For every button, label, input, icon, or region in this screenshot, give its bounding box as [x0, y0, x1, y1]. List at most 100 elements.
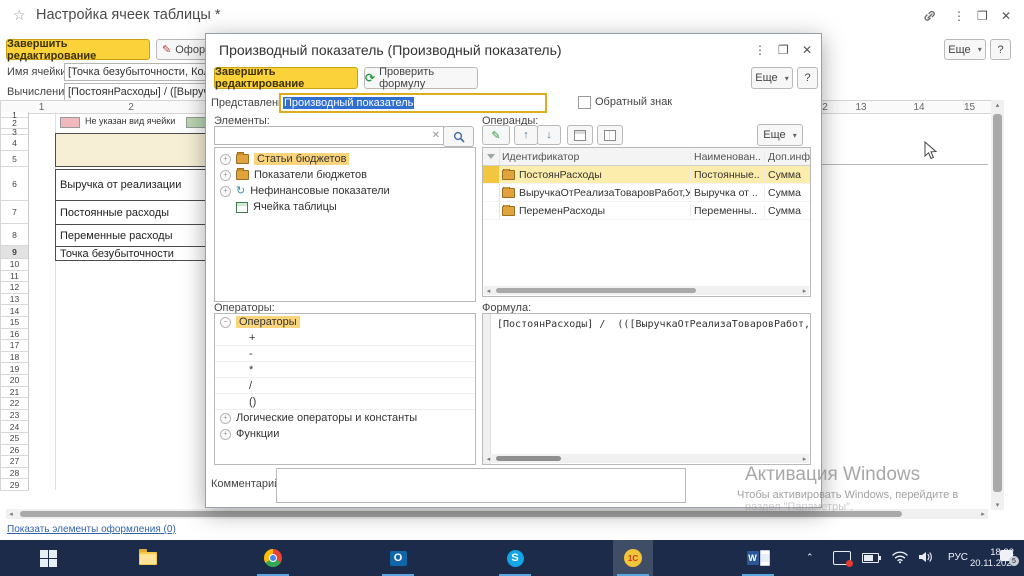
taskbar-word-button[interactable]: W [738, 540, 778, 576]
operands-col-name[interactable]: Наименован.. [690, 151, 764, 163]
operator-item-3[interactable]: / [215, 378, 475, 394]
operand-row-1[interactable]: ВыручкаОтРеализаТоваровРабот,УслугВыручк… [483, 184, 810, 202]
row-header-5[interactable]: 5 [1, 151, 29, 167]
taskbar-chrome-button[interactable] [253, 540, 293, 576]
show-format-elements-link[interactable]: Показать элементы оформления (0) [7, 524, 176, 535]
expand-icon[interactable]: + [220, 413, 231, 424]
representation-input[interactable]: Производный показатель [279, 93, 547, 113]
operand-table-button-1[interactable] [567, 125, 593, 145]
column-header-13[interactable]: 13 [832, 100, 891, 114]
row-header-11[interactable]: 11 [1, 271, 29, 283]
sheet-merged-cell[interactable] [55, 133, 208, 167]
operands-hscrollbar[interactable]: ◂ ▸ [484, 286, 809, 295]
taskbar-1c-button[interactable]: 1С [613, 540, 653, 576]
row-header-24[interactable]: 24 [1, 421, 29, 433]
link-icon[interactable] [922, 8, 938, 29]
row-header-21[interactable]: 21 [1, 387, 29, 399]
row-header-29[interactable]: 29 [1, 479, 29, 491]
sheet-hscrollbar[interactable]: ◂ ▸ [6, 509, 988, 519]
dialog-close-icon[interactable]: ✕ [802, 43, 812, 57]
calculation-input[interactable]: [ПостоянРасходы] / ([ВыручкаОтР [64, 83, 218, 101]
elements-tree-item-3[interactable]: Ячейка таблицы [215, 199, 475, 215]
expand-icon[interactable]: + [220, 170, 231, 181]
window-menu-icon[interactable]: ⋮ [953, 9, 965, 23]
window-restore-icon[interactable]: ❐ [977, 9, 988, 23]
taskbar-explorer-button[interactable] [128, 540, 168, 576]
operator-item-2[interactable]: * [215, 362, 475, 378]
row-header-15[interactable]: 15 [1, 317, 29, 329]
tray-chevron-icon[interactable]: ⌃ [806, 552, 814, 563]
sheet-cell-breakeven[interactable]: Точка безубыточности [55, 246, 212, 261]
notification-center-icon[interactable]: 5 [1000, 550, 1016, 563]
elements-search-input[interactable]: ✕ [214, 126, 444, 145]
row-header-28[interactable]: 28 [1, 468, 29, 480]
row-header-6[interactable]: 6 [1, 167, 29, 201]
column-header-14[interactable]: 14 [890, 100, 949, 114]
row-header-16[interactable]: 16 [1, 329, 29, 341]
window-more-button[interactable]: Еще [944, 39, 986, 60]
dialog-maximize-icon[interactable]: ❐ [778, 43, 789, 57]
elements-tree-item-1[interactable]: +Показатели бюджетов [215, 167, 475, 183]
sheet-vscrollbar[interactable]: ▴ ▾ [991, 100, 1004, 510]
dialog-menu-icon[interactable]: ⋮ [754, 43, 766, 57]
operand-table-button-2[interactable] [597, 125, 623, 145]
operators-group-0[interactable]: +Логические операторы и константы [215, 410, 475, 426]
start-button[interactable] [28, 540, 68, 576]
check-formula-button[interactable]: ⟳ Проверить формулу [364, 67, 478, 89]
row-header-22[interactable]: 22 [1, 398, 29, 410]
collapse-icon[interactable]: − [220, 317, 231, 328]
tray-language[interactable]: РУС [948, 552, 968, 563]
sheet-cell-fixed-costs[interactable]: Постоянные расходы [55, 200, 212, 225]
operand-move-down-button[interactable]: ↓ [537, 125, 561, 145]
operand-row-2[interactable]: ПеременРасходыПеременны..Сумма [483, 202, 810, 220]
tray-wifi-icon[interactable] [892, 550, 908, 564]
operand-move-up-button[interactable]: ↑ [514, 125, 538, 145]
finish-editing-button[interactable]: Завершить редактирование [6, 39, 150, 60]
taskbar-outlook-button[interactable]: O [378, 540, 418, 576]
sheet-vscroll-thumb[interactable] [993, 114, 1002, 492]
inverse-sign-checkbox[interactable] [578, 96, 591, 109]
dialog-more-button[interactable]: Еще [751, 67, 793, 89]
row-header-12[interactable]: 12 [1, 282, 29, 294]
expand-icon[interactable]: + [220, 429, 231, 440]
row-header-4[interactable]: 4 [1, 135, 29, 151]
row-header-25[interactable]: 25 [1, 433, 29, 445]
clear-search-icon[interactable]: ✕ [432, 130, 440, 141]
row-header-8[interactable]: 8 [1, 224, 29, 246]
tray-volume-icon[interactable] [918, 550, 934, 564]
row-header-7[interactable]: 7 [1, 201, 29, 224]
window-close-icon[interactable]: ✕ [1001, 9, 1011, 23]
row-header-13[interactable]: 13 [1, 294, 29, 306]
row-header-14[interactable]: 14 [1, 305, 29, 317]
row-header-10[interactable]: 10 [1, 259, 29, 271]
favorite-star-icon[interactable]: ☆ [13, 7, 26, 24]
search-button[interactable] [443, 126, 474, 147]
taskbar-skype-button[interactable]: S [495, 540, 535, 576]
row-header-19[interactable]: 19 [1, 363, 29, 375]
tray-recorder-icon[interactable] [833, 551, 851, 565]
operand-edit-button[interactable]: ✎ [482, 125, 510, 145]
operand-row-0[interactable]: ПостоянРасходыПостоянные..Сумма [483, 166, 810, 184]
elements-tree-item-0[interactable]: +Статьи бюджетов [215, 151, 475, 167]
expand-icon[interactable]: + [220, 186, 231, 197]
operands-col-id[interactable]: Идентификатор [500, 151, 690, 163]
filter-icon[interactable] [487, 154, 495, 159]
row-header-18[interactable]: 18 [1, 352, 29, 364]
row-header-23[interactable]: 23 [1, 410, 29, 422]
formula-hscrollbar[interactable]: ◂ ▸ [484, 454, 809, 463]
operator-item-4[interactable]: () [215, 394, 475, 410]
sheet-cell-revenue[interactable]: Выручка от реализации [55, 169, 212, 201]
expand-icon[interactable]: + [220, 154, 231, 165]
operators-root[interactable]: −Операторы [215, 314, 475, 330]
operands-col-info[interactable]: Доп.информаци [764, 151, 810, 163]
dialog-finish-editing-button[interactable]: Завершить редактирование [214, 67, 358, 89]
column-header-15[interactable]: 15 [948, 100, 992, 114]
operands-more-button[interactable]: Еще [757, 124, 803, 146]
elements-tree-item-2[interactable]: +↻Нефинансовые показатели [215, 183, 475, 199]
formula-box[interactable]: [ПостоянРасходы] / (([ВыручкаОтРеализаТо… [482, 313, 811, 465]
row-header-20[interactable]: 20 [1, 375, 29, 387]
column-header-1[interactable]: 1 [28, 100, 56, 114]
operator-item-0[interactable]: + [215, 330, 475, 346]
row-header-17[interactable]: 17 [1, 340, 29, 352]
cell-name-input[interactable]: [Точка безубыточности, Колонка] [64, 63, 218, 81]
